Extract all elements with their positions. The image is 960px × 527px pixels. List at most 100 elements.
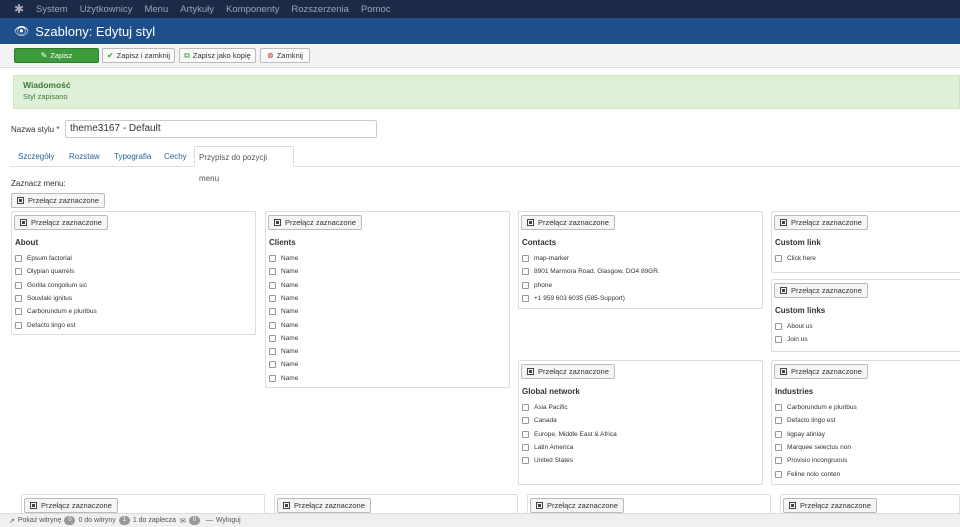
style-name-input[interactable]: theme3167 - Default [65,120,377,138]
menu-item[interactable]: Defacto lingo est [15,321,75,329]
menu-item[interactable]: Epsum factorial [15,255,72,262]
checkbox[interactable] [15,255,22,262]
checkbox[interactable] [522,281,529,289]
menu-item[interactable]: Marquee selectus non [775,443,851,451]
tab-details[interactable]: Szczegóły [14,146,58,167]
menu-menus[interactable]: Menu [144,4,168,15]
toggle-button[interactable]: Przełącz zaznaczone [783,498,877,513]
save-button[interactable]: ✎ Zapisz [14,48,99,63]
menu-item[interactable]: About us [775,323,813,330]
menu-item[interactable]: Iigpay atinlay [775,430,825,438]
checkbox[interactable] [522,443,529,451]
menu-item[interactable]: Feline nolo conten [775,470,840,478]
toggle-button[interactable]: Przełącz zaznaczone [521,364,615,379]
toggle-button[interactable]: Przełącz zaznaczone [268,215,362,230]
checkbox[interactable] [775,430,782,438]
menu-item[interactable]: Canada [522,417,557,425]
tab-typography[interactable]: Typografia [110,146,155,167]
tab-features[interactable]: Cechy [160,146,191,167]
tab-menu-assignment[interactable]: Przypisz do pozycji menu [194,146,294,183]
menu-item[interactable]: map-marker [522,255,569,262]
menu-item[interactable]: United States [522,457,573,465]
checkbox[interactable] [269,294,276,302]
checkbox[interactable] [15,268,22,276]
menu-item[interactable]: Latin America [522,443,573,451]
menu-item[interactable]: Name [269,334,298,342]
menu-item[interactable]: Provisio incongruous [775,457,847,465]
checkbox[interactable] [522,294,529,302]
toggle-button[interactable]: Przełącz zaznaczone [530,498,624,513]
toggle-button[interactable]: Przełącz zaznaczone [774,283,868,298]
checkbox[interactable] [269,321,276,329]
view-site-link[interactable]: Pokaż witrynę [18,517,62,524]
checkbox[interactable] [775,470,782,478]
checkbox[interactable] [775,417,782,425]
checkbox[interactable] [522,430,529,438]
checkbox[interactable] [269,281,276,289]
toggle-all-button[interactable]: Przełącz zaznaczone [11,193,105,208]
checkbox[interactable] [522,255,529,262]
menu-extensions[interactable]: Rozszerzenia [291,4,349,15]
checkbox[interactable] [269,334,276,342]
menu-item[interactable]: Gorilla congolium sic [15,281,87,289]
checkbox[interactable] [15,308,22,316]
menu-item[interactable]: Name [269,361,298,369]
menu-help[interactable]: Pomoc [361,4,391,15]
menu-item[interactable]: Name [269,255,298,262]
checkbox[interactable] [775,255,782,262]
menu-item[interactable]: Click here [775,255,816,262]
menu-users[interactable]: Użytkownicy [80,4,133,15]
checkbox[interactable] [775,336,782,344]
menu-item[interactable]: +1 959 603 6035 (585-Support) [522,294,625,302]
checkbox[interactable] [269,255,276,262]
checkbox[interactable] [522,404,529,411]
menu-item[interactable]: Name [269,268,298,276]
menu-item[interactable]: Defacto lingo est [775,417,835,425]
menu-item[interactable]: Olypian quarrels [15,268,74,276]
checkbox[interactable] [269,308,276,316]
logout-link[interactable]: Wyloguj [216,517,241,524]
toggle-button[interactable]: Przełącz zaznaczone [24,498,118,513]
menu-item[interactable]: Name [269,374,298,382]
menu-item[interactable]: Carborundum e pluribus [775,404,857,411]
toggle-button[interactable]: Przełącz zaznaczone [521,215,615,230]
menu-item[interactable]: phone [522,281,552,289]
menu-item[interactable]: 8901 Marmora Road, Glasgow, DO4 89GR. [522,268,660,276]
save-copy-button[interactable]: ⧉ Zapisz jako kopię [179,48,256,63]
menu-item[interactable]: Name [269,294,298,302]
menu-item[interactable]: Asia Pacific [522,404,568,411]
checkbox[interactable] [269,348,276,356]
menu-item[interactable]: Join us [775,336,808,344]
menu-item[interactable]: Europe, Middle East & Africa [522,430,617,438]
menu-item[interactable]: Name [269,281,298,289]
checkbox[interactable] [775,404,782,411]
menu-item[interactable]: Name [269,308,298,316]
checkbox[interactable] [269,374,276,382]
checkbox[interactable] [522,457,529,465]
tab-layout[interactable]: Rozstaw [65,146,104,167]
menu-item[interactable]: Carborundum e pluribus [15,308,97,316]
toggle-button[interactable]: Przełącz zaznaczone [277,498,371,513]
toggle-button[interactable]: Przełącz zaznaczone [774,215,868,230]
toggle-button[interactable]: Przełącz zaznaczone [14,215,108,230]
checkbox[interactable] [775,323,782,330]
menu-content[interactable]: Artykuły [180,4,214,15]
joomla-logo-icon[interactable]: ✱ [11,1,27,17]
save-close-button[interactable]: ✔ Zapisz i zamknij [102,48,175,63]
checkbox[interactable] [522,417,529,425]
close-button[interactable]: ⊗ Zamknij [260,48,310,63]
menu-components[interactable]: Komponenty [226,4,279,15]
menu-item[interactable]: Name [269,321,298,329]
menu-item[interactable]: Souvlaki ignitus [15,294,72,302]
checkbox[interactable] [15,281,22,289]
checkbox[interactable] [269,268,276,276]
checkbox[interactable] [15,294,22,302]
menu-system[interactable]: System [36,4,68,15]
checkbox[interactable] [15,321,22,329]
checkbox[interactable] [775,443,782,451]
toggle-button[interactable]: Przełącz zaznaczone [774,364,868,379]
checkbox[interactable] [522,268,529,276]
checkbox[interactable] [269,361,276,369]
menu-item[interactable]: Name [269,348,298,356]
checkbox[interactable] [775,457,782,465]
